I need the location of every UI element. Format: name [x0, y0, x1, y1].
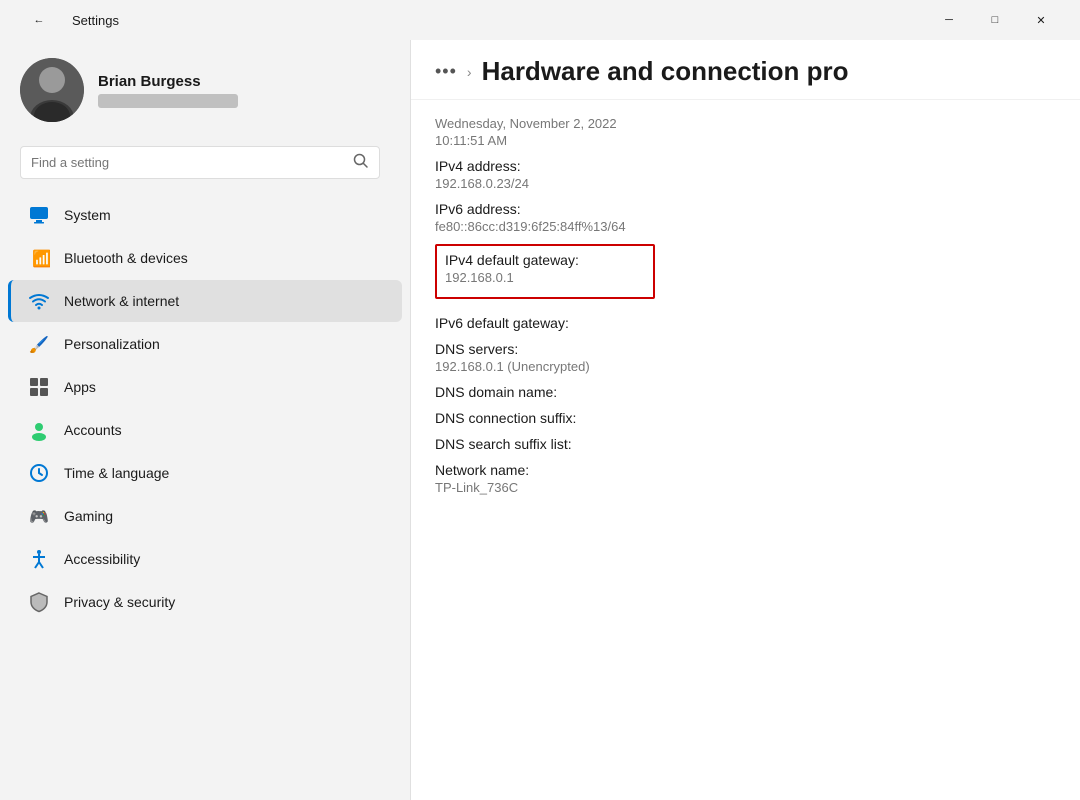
dns-servers-value: 192.168.0.1 (Unencrypted) [435, 359, 1056, 374]
gamepad-icon: 🎮 [28, 505, 50, 527]
ipv4-address-row: IPv4 address: 192.168.0.23/24 [435, 158, 1056, 191]
breadcrumb-dots[interactable]: ••• [435, 61, 457, 82]
sidebar-item-apps[interactable]: Apps [8, 366, 402, 408]
ipv4-gateway-row: IPv4 default gateway: 192.168.0.1 [435, 244, 1056, 305]
app-title: Settings [72, 13, 119, 28]
bluetooth-icon: 📶 [28, 247, 50, 269]
time-text: 10:11:51 AM [435, 133, 1056, 148]
breadcrumb-arrow: › [467, 64, 472, 80]
window-controls: ─ □ ✕ [926, 4, 1064, 36]
ipv4-address-label: IPv4 address: [435, 158, 1056, 174]
apps-icon [28, 376, 50, 398]
search-input[interactable] [31, 155, 345, 170]
sidebar-item-network[interactable]: Network & internet [8, 280, 402, 322]
right-panel: ••• › Hardware and connection pro Wednes… [410, 40, 1080, 800]
dns-search-row: DNS search suffix list: [435, 436, 1056, 452]
ipv4-address-value: 192.168.0.23/24 [435, 176, 1056, 191]
panel-header: ••• › Hardware and connection pro [411, 40, 1080, 100]
sidebar-item-accessibility[interactable]: Accessibility [8, 538, 402, 580]
maximize-button[interactable]: □ [972, 4, 1018, 36]
sidebar-item-gaming[interactable]: 🎮 Gaming [8, 495, 402, 537]
user-email-redacted [98, 94, 238, 108]
ipv6-gateway-label: IPv6 default gateway: [435, 315, 1056, 331]
dns-connection-row: DNS connection suffix: [435, 410, 1056, 426]
close-button[interactable]: ✕ [1018, 4, 1064, 36]
dns-servers-label: DNS servers: [435, 341, 1056, 357]
shield-icon [28, 591, 50, 613]
sidebar-item-bluetooth[interactable]: 📶 Bluetooth & devices [8, 237, 402, 279]
sidebar-item-system[interactable]: System [8, 194, 402, 236]
sidebar-item-time[interactable]: Time & language [8, 452, 402, 494]
sidebar-item-network-label: Network & internet [64, 293, 179, 309]
dns-domain-row: DNS domain name: [435, 384, 1056, 400]
sidebar-item-bluetooth-label: Bluetooth & devices [64, 250, 188, 266]
sidebar-item-personalization-label: Personalization [64, 336, 160, 352]
person-icon [28, 419, 50, 441]
dns-servers-row: DNS servers: 192.168.0.1 (Unencrypted) [435, 341, 1056, 374]
network-name-label: Network name: [435, 462, 1056, 478]
ipv4-gateway-value: 192.168.0.1 [445, 270, 645, 285]
nav-menu: System 📶 Bluetooth & devices Netw [0, 193, 410, 624]
ipv6-gateway-row: IPv6 default gateway: [435, 315, 1056, 331]
search-box[interactable] [20, 146, 380, 179]
sidebar-item-accessibility-label: Accessibility [64, 551, 140, 567]
title-bar-left: ← Settings [16, 4, 119, 36]
back-button[interactable]: ← [16, 4, 62, 36]
ipv6-address-value: fe80::86cc:d319:6f25:84ff%13/64 [435, 219, 1056, 234]
svg-text:🎮: 🎮 [29, 509, 49, 526]
dns-connection-label: DNS connection suffix: [435, 410, 1056, 426]
app-body: Brian Burgess Syst [0, 40, 1080, 800]
svg-text:🖌️: 🖌️ [29, 335, 49, 354]
sidebar-item-gaming-label: Gaming [64, 508, 113, 524]
clock-icon [28, 462, 50, 484]
ipv6-address-row: IPv6 address: fe80::86cc:d319:6f25:84ff%… [435, 201, 1056, 234]
minimize-button[interactable]: ─ [926, 4, 972, 36]
ipv4-gateway-highlight-box: IPv4 default gateway: 192.168.0.1 [435, 244, 655, 299]
sidebar-item-apps-label: Apps [64, 379, 96, 395]
title-bar: ← Settings ─ □ ✕ [0, 0, 1080, 40]
avatar [20, 58, 84, 122]
dns-search-label: DNS search suffix list: [435, 436, 1056, 452]
sidebar-item-privacy[interactable]: Privacy & security [8, 581, 402, 623]
ipv4-gateway-label: IPv4 default gateway: [445, 252, 645, 268]
monitor-icon [28, 204, 50, 226]
sidebar: Brian Burgess Syst [0, 40, 410, 800]
user-name: Brian Burgess [98, 73, 238, 90]
sidebar-item-privacy-label: Privacy & security [64, 594, 175, 610]
sidebar-item-accounts[interactable]: Accounts [8, 409, 402, 451]
ipv6-address-label: IPv6 address: [435, 201, 1056, 217]
user-info: Brian Burgess [98, 73, 238, 108]
page-title: Hardware and connection pro [482, 56, 849, 87]
svg-text:📶: 📶 [32, 249, 50, 268]
search-container [0, 138, 410, 193]
user-profile: Brian Burgess [0, 40, 410, 138]
sidebar-item-personalization[interactable]: 🖌️ Personalization [8, 323, 402, 365]
panel-content: Wednesday, November 2, 2022 10:11:51 AM … [411, 100, 1080, 800]
datetime-row: Wednesday, November 2, 2022 10:11:51 AM [435, 116, 1056, 148]
network-name-value: TP-Link_736C [435, 480, 1056, 495]
search-icon [353, 153, 369, 172]
sidebar-item-system-label: System [64, 207, 111, 223]
sidebar-item-accounts-label: Accounts [64, 422, 122, 438]
date-text: Wednesday, November 2, 2022 [435, 116, 1056, 131]
network-name-row: Network name: TP-Link_736C [435, 462, 1056, 495]
wifi-icon [28, 290, 50, 312]
dns-domain-label: DNS domain name: [435, 384, 1056, 400]
brush-icon: 🖌️ [28, 333, 50, 355]
sidebar-item-time-label: Time & language [64, 465, 169, 481]
accessibility-icon [28, 548, 50, 570]
